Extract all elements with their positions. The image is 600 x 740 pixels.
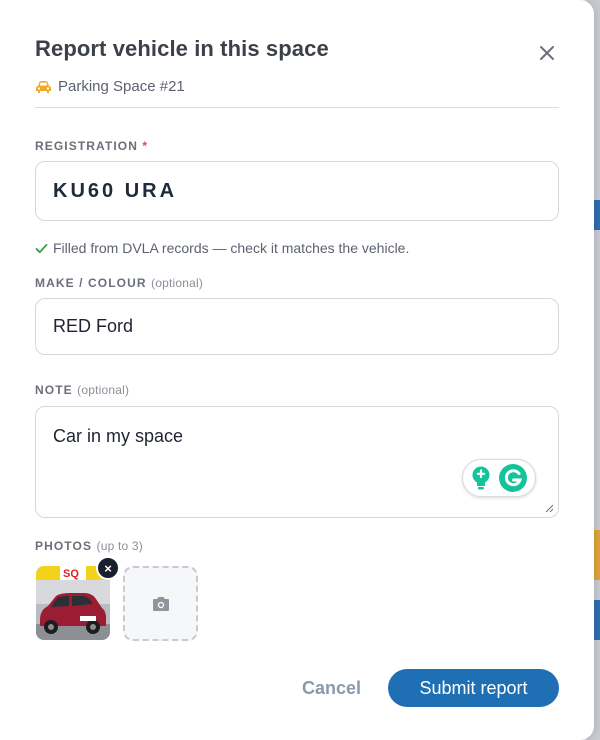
photos-limit: (up to 3) xyxy=(96,539,143,553)
required-mark: * xyxy=(142,139,148,153)
registration-label: REGISTRATION * xyxy=(35,139,147,153)
dvla-hint: Filled from DVLA records — check it matc… xyxy=(35,240,409,256)
lightbulb-icon xyxy=(472,466,490,490)
remove-icon: × xyxy=(104,560,112,576)
sign-text: SQ xyxy=(63,568,79,580)
cancel-button[interactable]: Cancel xyxy=(302,678,361,699)
grammarly-icon xyxy=(499,464,527,492)
close-icon xyxy=(540,46,554,60)
add-photo-button[interactable] xyxy=(123,566,198,641)
car-icon xyxy=(36,80,51,93)
resize-handle[interactable] xyxy=(545,504,554,513)
report-vehicle-modal: Report vehicle in this space Parking Spa… xyxy=(0,0,594,740)
close-button[interactable] xyxy=(534,40,560,66)
grammarly-widget[interactable] xyxy=(462,459,536,497)
make-colour-label-text: MAKE / COLOUR xyxy=(35,276,147,290)
make-colour-value: RED Ford xyxy=(53,316,134,336)
photos-label: PHOTOS (up to 3) xyxy=(35,539,143,553)
note-label: NOTE (optional) xyxy=(35,383,129,397)
camera-icon xyxy=(152,596,169,611)
make-colour-label: MAKE / COLOUR (optional) xyxy=(35,276,203,290)
make-colour-optional: (optional) xyxy=(151,276,204,290)
remove-photo-button[interactable]: × xyxy=(96,556,120,580)
check-icon xyxy=(35,243,48,253)
modal-title: Report vehicle in this space xyxy=(35,36,329,61)
photos-label-text: PHOTOS xyxy=(35,539,93,553)
parking-space-label: Parking Space #21 xyxy=(58,78,185,95)
note-label-text: NOTE xyxy=(35,383,73,397)
note-textarea[interactable]: Car in my space xyxy=(35,406,559,518)
make-colour-input[interactable]: RED Ford xyxy=(35,298,559,355)
note-optional: (optional) xyxy=(77,383,130,397)
parking-space-info: Parking Space #21 xyxy=(35,78,185,95)
registration-value: KU60 URA xyxy=(53,179,178,202)
submit-report-button[interactable]: Submit report xyxy=(388,669,559,707)
registration-label-text: REGISTRATION xyxy=(35,139,138,153)
vehicle-photo: SQ xyxy=(36,566,110,640)
dvla-hint-text: Filled from DVLA records — check it matc… xyxy=(53,240,410,256)
note-value: Car in my space xyxy=(53,426,184,446)
photo-thumbnail[interactable]: SQ xyxy=(36,566,110,640)
registration-input[interactable]: KU60 URA xyxy=(35,161,559,221)
header-divider xyxy=(35,107,559,108)
